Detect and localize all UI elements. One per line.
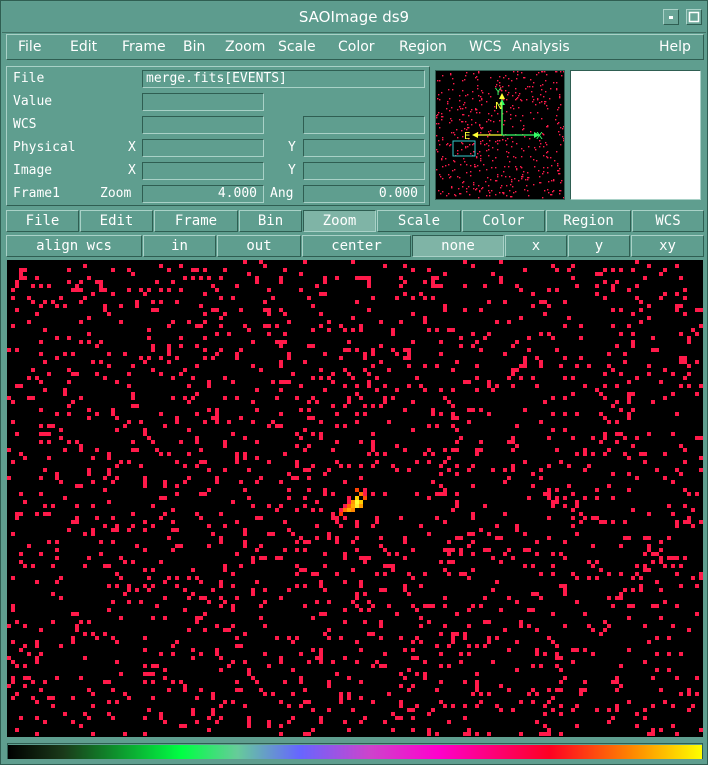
value-label: Value: [13, 94, 53, 109]
wcs-field-2: [303, 116, 425, 134]
menu-help[interactable]: Help: [659, 35, 691, 59]
panner-x-label: X: [536, 131, 543, 142]
menu-file[interactable]: File: [18, 35, 41, 59]
zoom-field: 4.000: [142, 185, 264, 203]
btn-zoom-in[interactable]: in: [143, 235, 216, 257]
file-field: merge.fits[EVENTS]: [142, 70, 425, 88]
menu-bar: File Edit Frame Bin Zoom Scale Color Reg…: [6, 34, 704, 60]
colorbar[interactable]: [7, 743, 703, 759]
menu-edit[interactable]: Edit: [70, 35, 97, 59]
physical-y-field: [303, 139, 425, 157]
btn-zoom[interactable]: Zoom: [303, 210, 376, 232]
image-x-field: [142, 162, 264, 180]
menu-frame[interactable]: Frame: [122, 35, 166, 59]
btn-bin[interactable]: Bin: [239, 210, 302, 232]
main-button-bar: File Edit Frame Bin Zoom Scale Color Reg…: [6, 210, 704, 234]
wcs-label: WCS: [13, 117, 37, 132]
wcs-field-1: [142, 116, 264, 134]
btn-file[interactable]: File: [6, 210, 79, 232]
physical-x-label: X: [128, 140, 136, 155]
btn-frame[interactable]: Frame: [154, 210, 238, 232]
btn-orient-y[interactable]: y: [568, 235, 630, 257]
ang-label: Ang: [270, 186, 294, 201]
panner-bbox[interactable]: [452, 140, 476, 157]
menu-scale[interactable]: Scale: [278, 35, 316, 59]
panner-east-label: E: [464, 131, 470, 142]
magnifier: [570, 70, 701, 200]
title-bar[interactable]: SAOImage ds9: [2, 2, 706, 33]
btn-orient-xy[interactable]: xy: [631, 235, 704, 257]
minimize-icon: [669, 16, 673, 19]
maximize-button[interactable]: [686, 9, 702, 25]
panner-view: N E X Y: [436, 71, 564, 199]
physical-x-field: [142, 139, 264, 157]
image-y-label: Y: [288, 163, 296, 178]
panner-north-label: N: [495, 101, 502, 112]
btn-orient-none[interactable]: none: [412, 235, 504, 257]
image-y-field: [303, 162, 425, 180]
window-title: SAOImage ds9: [298, 8, 410, 26]
compass-overlay: N E X Y: [464, 87, 543, 142]
ds9-window: SAOImage ds9 File Edit Frame Bin Zoom Sc…: [0, 0, 708, 765]
physical-label: Physical: [13, 140, 76, 155]
image-label: Image: [13, 163, 53, 178]
btn-wcs[interactable]: WCS: [632, 210, 704, 232]
btn-color[interactable]: Color: [462, 210, 545, 232]
menu-wcs[interactable]: WCS: [469, 35, 502, 59]
physical-y-label: Y: [288, 140, 296, 155]
panner[interactable]: N E X Y: [435, 70, 565, 200]
btn-center[interactable]: center: [302, 235, 411, 257]
image-x-label: X: [128, 163, 136, 178]
panner-y-label: Y: [494, 87, 502, 98]
colorbar-gradient: [8, 745, 702, 759]
btn-align-wcs[interactable]: align wcs: [6, 235, 142, 257]
file-label: File: [13, 71, 45, 86]
ang-field: 0.000: [303, 185, 425, 203]
btn-scale[interactable]: Scale: [377, 210, 461, 232]
bright-source: [339, 488, 367, 516]
image-canvas: [7, 260, 703, 736]
frame-label: Frame1: [13, 186, 60, 201]
zoom-button-bar: align wcs in out center none x y xy: [6, 235, 704, 259]
btn-orient-x[interactable]: x: [505, 235, 567, 257]
menu-region[interactable]: Region: [399, 35, 447, 59]
menu-zoom[interactable]: Zoom: [225, 35, 265, 59]
minimize-button[interactable]: [663, 9, 679, 25]
btn-region[interactable]: Region: [546, 210, 631, 232]
info-panel: File merge.fits[EVENTS] Value WCS Physic…: [6, 66, 430, 206]
menu-color[interactable]: Color: [338, 35, 375, 59]
menu-analysis[interactable]: Analysis: [512, 35, 570, 59]
btn-edit[interactable]: Edit: [80, 210, 153, 232]
btn-zoom-out[interactable]: out: [217, 235, 301, 257]
zoom-label: Zoom: [100, 186, 132, 201]
value-field: [142, 93, 264, 111]
menu-bin[interactable]: Bin: [183, 35, 205, 59]
image-frame[interactable]: [7, 260, 703, 737]
maximize-icon: [688, 11, 700, 23]
